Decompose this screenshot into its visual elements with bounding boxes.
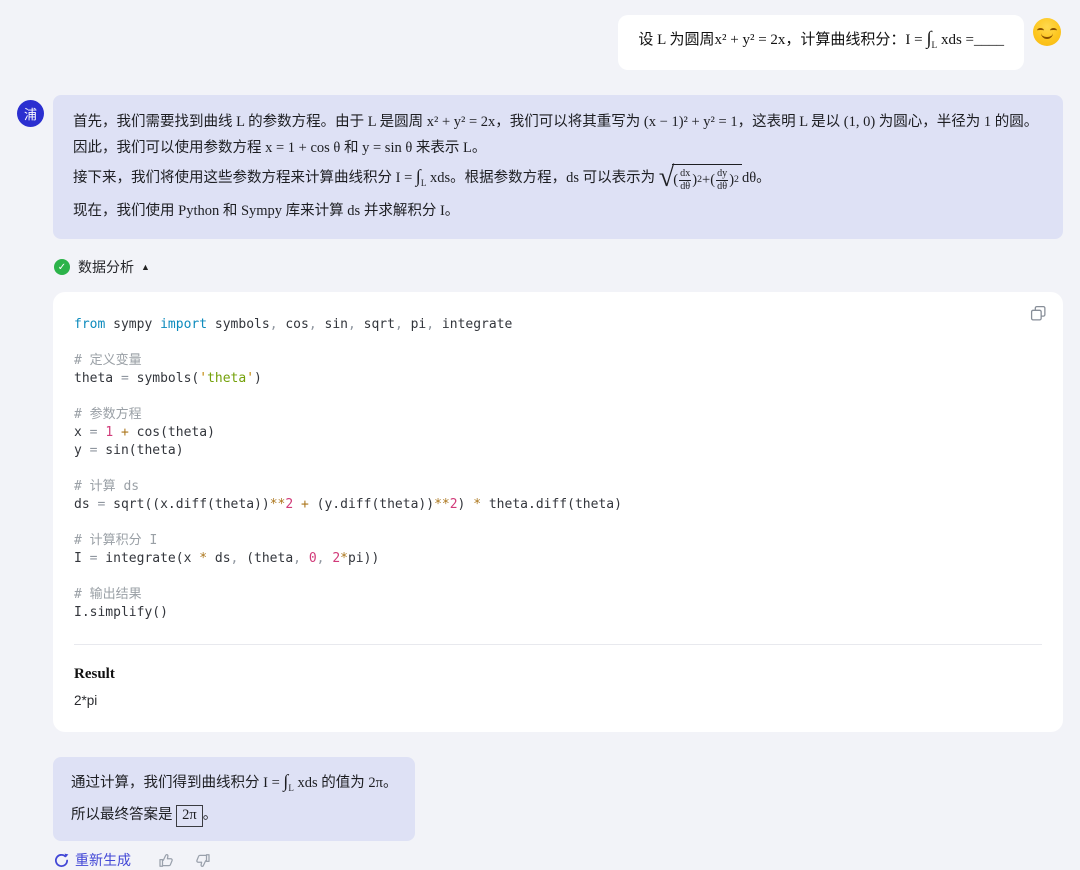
code-line: [74, 334, 1042, 352]
code-line: # 输出结果: [74, 586, 1042, 604]
result-value: 2*pi: [74, 693, 1042, 708]
assistant-paragraph-1: 首先，我们需要找到曲线 L 的参数方程。由于 L 是圆周 x² + y² = 2…: [73, 109, 1043, 161]
thumbs-up-icon: [158, 852, 175, 869]
code-block: from sympy import symbols, cos, sin, sqr…: [74, 316, 1042, 622]
code-line: theta = symbols('theta'): [74, 370, 1042, 388]
fraction-dy-dtheta: dydθ: [715, 168, 729, 192]
answer-conclusion-text: 所以最终答案是: [71, 807, 176, 823]
answer-text: 通过计算，我们得到曲线积分 I =: [71, 775, 283, 791]
code-line: # 定义变量: [74, 352, 1042, 370]
plus-sign: +: [702, 167, 710, 193]
code-line: # 参数方程: [74, 406, 1042, 424]
code-line: from sympy import symbols, cos, sin, sqr…: [74, 316, 1042, 334]
code-execution-card: from sympy import symbols, cos, sin, sqr…: [53, 292, 1063, 732]
assistant-avatar-label: 浦: [24, 104, 37, 123]
answer-line-1: 通过计算，我们得到曲线积分 I = ∫L xds 的值为 2π。: [71, 768, 397, 802]
assistant-message-row: 浦 首先，我们需要找到曲线 L 的参数方程。由于 L 是圆周 x² + y² =…: [0, 70, 1080, 870]
message-action-bar: 重新生成: [54, 850, 1063, 870]
code-line: x = 1 + cos(theta): [74, 424, 1042, 442]
tool-label: 数据分析: [78, 257, 134, 277]
code-line: [74, 460, 1042, 478]
result-divider: [74, 644, 1042, 645]
copy-icon: [1030, 305, 1047, 322]
code-line: # 计算积分 I: [74, 532, 1042, 550]
code-line: y = sin(theta): [74, 442, 1042, 460]
regenerate-button[interactable]: 重新生成: [54, 850, 131, 870]
answer-text-tail: xds 的值为 2π。: [294, 775, 398, 791]
user-avatar-smiley-icon: [1033, 18, 1061, 46]
user-message-bubble: 设 L 为圆周x² + y² = 2x，计算曲线积分：I = ∫L xds =_…: [618, 15, 1024, 70]
regenerate-label: 重新生成: [75, 850, 131, 870]
thumbs-up-button[interactable]: [158, 852, 175, 869]
assistant-paragraph-3: 现在，我们使用 Python 和 Sympy 库来计算 ds 并求解积分 I。: [73, 198, 1043, 224]
result-heading: Result: [74, 666, 1042, 683]
thumbs-down-icon: [194, 852, 211, 869]
user-message-text-tail: xds =____: [937, 32, 1004, 48]
answer-line-2: 所以最终答案是 2π。: [71, 802, 397, 829]
boxed-final-answer: 2π: [176, 805, 203, 827]
paragraph-2-text-tail: dθ。: [742, 170, 771, 186]
assistant-reasoning-bubble: 首先，我们需要找到曲线 L 的参数方程。由于 L 是圆周 x² + y² = 2…: [53, 95, 1063, 239]
final-answer-bubble: 通过计算，我们得到曲线积分 I = ∫L xds 的值为 2π。 所以最终答案是…: [53, 757, 415, 841]
paragraph-2-text: 接下来，我们将使用这些参数方程来计算曲线积分 I =: [73, 170, 416, 186]
assistant-paragraph-2: 接下来，我们将使用这些参数方程来计算曲线积分 I = ∫L xds。根据参数方程…: [73, 163, 1043, 196]
user-message-text: 设 L 为圆周x² + y² = 2x，计算曲线积分：I =: [638, 32, 926, 48]
refresh-icon: [54, 853, 69, 868]
chevron-up-icon: ▲: [141, 262, 150, 272]
code-line: # 计算 ds: [74, 478, 1042, 496]
code-line: [74, 568, 1042, 586]
answer-period: 。: [203, 807, 218, 823]
exponent: 2: [734, 167, 739, 193]
assistant-avatar: 浦: [17, 100, 44, 127]
paragraph-2-text-mid: xds。根据参数方程，ds 可以表示为: [426, 170, 658, 186]
sqrt-expression: √(dxdθ)2 + (dydθ)2: [659, 164, 742, 193]
copy-code-button[interactable]: [1030, 305, 1047, 322]
code-line: [74, 388, 1042, 406]
assistant-content-column: 首先，我们需要找到曲线 L 的参数方程。由于 L 是圆周 x² + y² = 2…: [53, 95, 1063, 870]
code-line: I = integrate(x * ds, (theta, 0, 2*pi)): [74, 550, 1042, 568]
data-analysis-toggle[interactable]: ✓ 数据分析 ▲: [54, 257, 150, 277]
fraction-dx-dtheta: dxdθ: [678, 168, 692, 192]
code-line: [74, 514, 1042, 532]
code-line: ds = sqrt((x.diff(theta))**2 + (y.diff(t…: [74, 496, 1042, 514]
user-message-row: 设 L 为圆周x² + y² = 2x，计算曲线积分：I = ∫L xds =_…: [0, 0, 1080, 70]
smiley-mouth: [1041, 32, 1053, 39]
thumbs-down-button[interactable]: [194, 852, 211, 869]
code-line: I.simplify(): [74, 604, 1042, 622]
check-circle-icon: ✓: [54, 259, 70, 275]
